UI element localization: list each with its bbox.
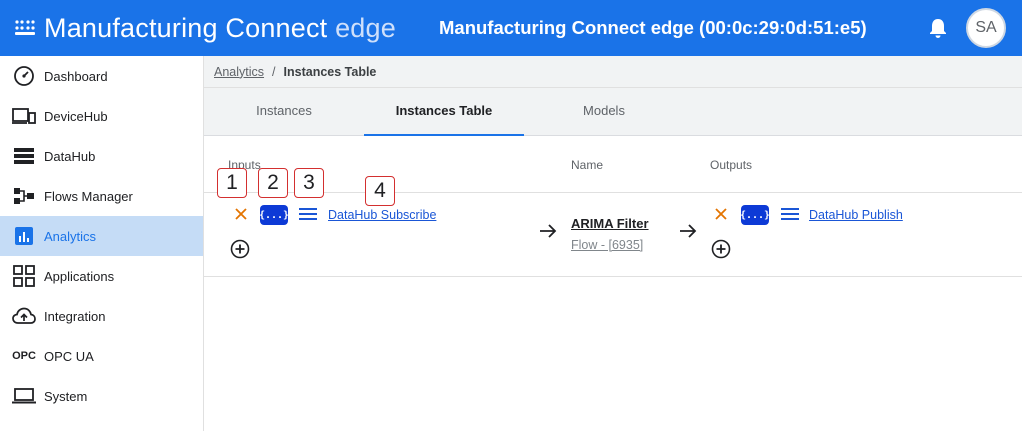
- apps-grid-icon: [12, 264, 36, 288]
- tab-instances[interactable]: Instances: [204, 88, 364, 136]
- user-avatar[interactable]: SA: [966, 8, 1006, 48]
- sidebar-item-integration[interactable]: Integration: [0, 296, 203, 336]
- main-content: Analytics / Instances Table Instances In…: [204, 56, 1022, 431]
- input-menu-icon[interactable]: [298, 207, 318, 221]
- breadcrumb: Analytics / Instances Table: [204, 56, 1022, 88]
- tab-bar: Instances Instances Table Models: [204, 88, 1022, 136]
- input-arrow-icon: [540, 224, 557, 238]
- column-header-name: Name: [571, 158, 604, 172]
- sidebar-item-system[interactable]: System: [0, 376, 203, 416]
- column-header-outputs: Outputs: [710, 158, 753, 172]
- breadcrumb-separator: /: [272, 64, 276, 79]
- breadcrumb-current: Instances Table: [283, 64, 377, 79]
- add-input-icon[interactable]: [230, 239, 250, 259]
- sidebar-item-label: OPC UA: [44, 348, 94, 364]
- output-arrow-icon: [680, 224, 697, 238]
- input-json-badge-icon[interactable]: {...}: [259, 205, 289, 225]
- sidebar-item-label: Integration: [44, 308, 106, 324]
- sidebar-item-label: DeviceHub: [44, 108, 108, 124]
- device-title: Manufacturing Connect edge (00:0c:29:0d:…: [439, 17, 867, 38]
- header-divider: [204, 192, 1022, 193]
- brand-suffix: edge: [335, 12, 396, 43]
- output-menu-icon[interactable]: [780, 207, 800, 221]
- input-link-datahub-subscribe[interactable]: DataHub Subscribe: [328, 208, 436, 222]
- brand[interactable]: Manufacturing Connect edge: [14, 0, 396, 56]
- sidebar-item-datahub[interactable]: DataHub: [0, 136, 203, 176]
- add-output-icon[interactable]: [711, 239, 731, 259]
- remove-output-icon[interactable]: [714, 207, 728, 221]
- breadcrumb-link-analytics[interactable]: Analytics: [214, 65, 264, 79]
- laptop-icon: [12, 384, 36, 408]
- dashboard-gauge-icon: [12, 64, 36, 88]
- sidebar-item-flows-manager[interactable]: Flows Manager: [0, 176, 203, 216]
- tab-instances-table[interactable]: Instances Table: [364, 88, 524, 136]
- sidebar-item-label: Applications: [44, 268, 115, 284]
- callout-1: 1: [217, 168, 247, 198]
- callout-3: 3: [294, 168, 324, 198]
- sidebar-item-opc-ua[interactable]: OPC OPC UA: [0, 336, 203, 376]
- callout-2: 2: [258, 168, 288, 198]
- flow-id-link[interactable]: Flow - [6935]: [571, 238, 643, 252]
- sidebar-item-label: Dashboard: [44, 68, 108, 84]
- sidebar-item-analytics[interactable]: Analytics: [0, 216, 203, 256]
- sidebar-item-label: Flows Manager: [44, 188, 133, 204]
- flows-icon: [12, 184, 36, 208]
- storage-icon: [12, 144, 36, 168]
- devices-icon: [12, 104, 36, 128]
- notifications-bell-icon[interactable]: [928, 17, 948, 39]
- top-app-bar: Manufacturing Connect edge Manufacturing…: [0, 0, 1022, 56]
- sidebar-nav: Dashboard DeviceHub DataHub Flows Manage…: [0, 56, 204, 431]
- sidebar-item-applications[interactable]: Applications: [0, 256, 203, 296]
- output-link-datahub-publish[interactable]: DataHub Publish: [809, 208, 903, 222]
- callout-4: 4: [365, 176, 395, 206]
- sidebar-item-dashboard[interactable]: Dashboard: [0, 56, 203, 96]
- analytics-icon: [12, 224, 36, 248]
- sidebar-item-label: Analytics: [44, 228, 97, 244]
- instance-name-link[interactable]: ARIMA Filter: [571, 216, 649, 231]
- row-divider: [204, 276, 1022, 277]
- cloud-upload-icon: [12, 304, 36, 328]
- brand-grid-icon: [15, 20, 35, 35]
- opc-text-icon: OPC: [12, 350, 36, 362]
- tab-models[interactable]: Models: [524, 88, 684, 136]
- brand-title: Manufacturing Connect edge: [44, 12, 396, 43]
- sidebar-item-label: System: [44, 388, 88, 404]
- remove-input-icon[interactable]: [234, 207, 248, 221]
- sidebar-item-label: DataHub: [44, 148, 96, 164]
- output-json-badge-icon[interactable]: {...}: [740, 205, 770, 225]
- sidebar-item-devicehub[interactable]: DeviceHub: [0, 96, 203, 136]
